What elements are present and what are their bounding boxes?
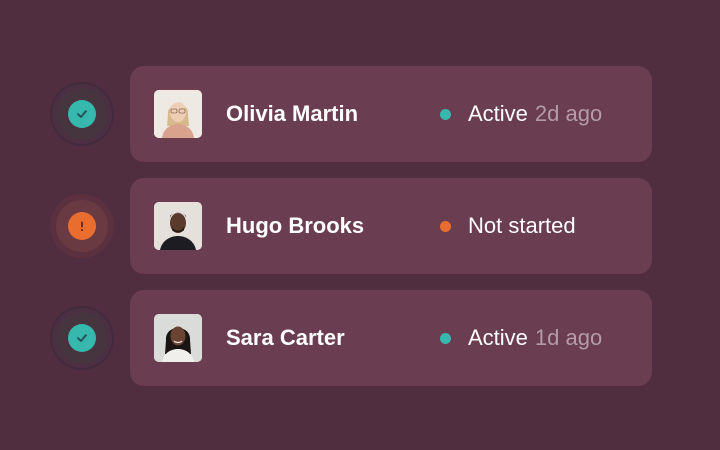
list-item: Olivia Martin Active 2d ago xyxy=(0,66,720,162)
status-badge xyxy=(50,82,114,146)
last-active-time: 1d ago xyxy=(534,325,603,350)
status-indicator: Active 1d ago xyxy=(440,290,602,386)
status-badge xyxy=(50,306,114,370)
user-name: Hugo Brooks xyxy=(226,213,365,238)
user-status-list: Olivia Martin Active 2d ago Hugo Brooks … xyxy=(0,0,720,450)
status-dot xyxy=(440,332,451,344)
status-label: Not started xyxy=(468,213,576,238)
avatar xyxy=(154,202,202,250)
check-circle-icon xyxy=(68,100,96,128)
last-active-time: 2d ago xyxy=(534,101,603,126)
status-label: Active xyxy=(468,325,528,350)
user-card[interactable]: Sara Carter Active 1d ago xyxy=(130,290,652,386)
user-name: Olivia Martin xyxy=(226,101,359,126)
status-indicator: Not started xyxy=(440,178,583,274)
status-indicator: Active 2d ago xyxy=(440,66,602,162)
user-name: Sara Carter xyxy=(226,325,345,350)
status-dot xyxy=(440,108,451,120)
status-badge xyxy=(50,194,114,258)
status-label: Active xyxy=(468,101,528,126)
list-item: Hugo Brooks Not started xyxy=(0,178,720,274)
status-dot xyxy=(440,220,451,232)
avatar xyxy=(154,90,202,138)
list-item: Sara Carter Active 1d ago xyxy=(0,290,720,386)
user-card[interactable]: Olivia Martin Active 2d ago xyxy=(130,66,652,162)
check-circle-icon xyxy=(68,324,96,352)
avatar xyxy=(154,314,202,362)
exclamation-circle-icon xyxy=(68,212,96,240)
user-card[interactable]: Hugo Brooks Not started xyxy=(130,178,652,274)
